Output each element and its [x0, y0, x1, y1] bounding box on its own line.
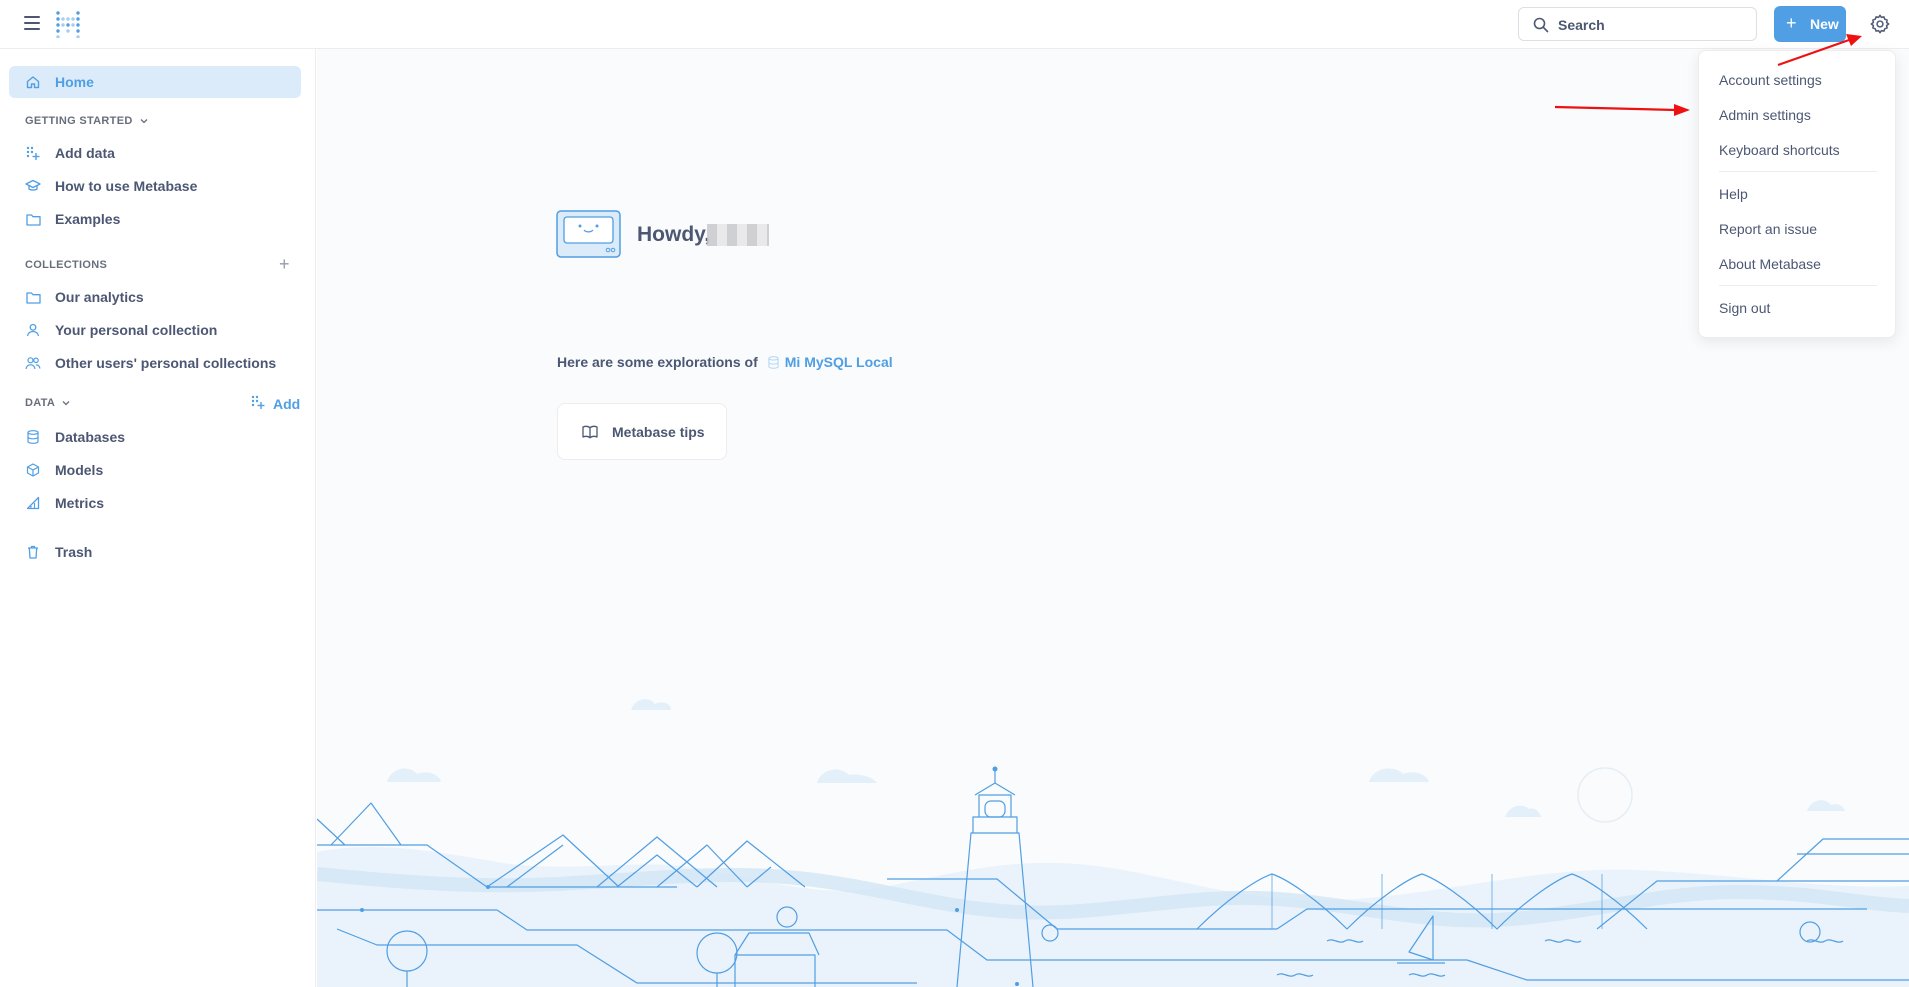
sidebar-item-label: Models — [55, 462, 104, 478]
sidebar-toggle-menu-icon[interactable] — [24, 16, 40, 30]
sidebar-item-personal-collection[interactable]: Your personal collection — [9, 314, 301, 346]
add-data-link[interactable]: Add — [251, 395, 300, 412]
graduation-cap-icon — [25, 178, 41, 194]
search-input[interactable]: Search — [1518, 7, 1757, 41]
lighthouse-landscape-illustration — [317, 699, 1909, 987]
metric-icon — [25, 495, 41, 511]
search-icon — [1533, 17, 1549, 33]
sidebar: Home GETTING STARTED Add data How to use… — [0, 49, 316, 987]
sidebar-item-models[interactable]: Models — [9, 454, 301, 486]
redacted-username — [707, 224, 769, 246]
collections-section-header: COLLECTIONS — [25, 259, 107, 271]
greeting-text: Howdy, — [637, 223, 711, 246]
new-button-label: New — [1810, 16, 1839, 32]
explorations-label: Here are some explorations of — [557, 354, 758, 370]
book-open-icon — [582, 425, 598, 438]
sidebar-item-label: Your personal collection — [55, 322, 218, 338]
section-title: DATA — [25, 397, 56, 409]
menu-item-keyboard-shortcuts[interactable]: Keyboard shortcuts — [1719, 142, 1840, 158]
chevron-down-icon — [62, 401, 70, 406]
menu-item-account-settings[interactable]: Account settings — [1719, 72, 1822, 88]
database-link[interactable]: Mi MySQL Local — [785, 354, 893, 370]
data-section-header[interactable]: DATA — [25, 397, 71, 409]
getting-started-section-header[interactable]: GETTING STARTED — [25, 115, 149, 127]
metabase-logo-icon[interactable] — [54, 10, 82, 38]
sidebar-item-label: Trash — [55, 544, 93, 560]
sidebar-item-label: Metrics — [55, 495, 105, 511]
sidebar-item-databases[interactable]: Databases — [9, 421, 301, 453]
metabot-face-icon — [556, 210, 621, 258]
folder-icon — [25, 211, 41, 227]
menu-divider — [1719, 285, 1877, 286]
sidebar-item-add-data[interactable]: Add data — [9, 137, 301, 169]
section-title: COLLECTIONS — [25, 259, 108, 271]
menu-item-about-metabase[interactable]: About Metabase — [1719, 256, 1821, 272]
sidebar-item-label: Add data — [55, 145, 115, 161]
menu-divider — [1719, 171, 1877, 172]
sidebar-item-label: Other users' personal collections — [55, 355, 277, 371]
chevron-down-icon — [140, 119, 148, 124]
new-button[interactable]: + New — [1774, 6, 1846, 42]
sidebar-item-our-analytics[interactable]: Our analytics — [9, 281, 301, 313]
sidebar-item-how-to-use-metabase[interactable]: How to use Metabase — [9, 170, 301, 202]
sidebar-item-label: Databases — [55, 429, 126, 445]
plus-icon: + — [1786, 13, 1797, 33]
menu-item-report-issue[interactable]: Report an issue — [1719, 221, 1817, 237]
menu-item-help[interactable]: Help — [1719, 186, 1748, 202]
database-icon — [25, 429, 41, 445]
sidebar-item-metrics[interactable]: Metrics — [9, 487, 301, 519]
database-icon — [768, 355, 779, 369]
search-placeholder: Search — [1558, 17, 1605, 33]
sidebar-item-label: How to use Metabase — [55, 178, 198, 194]
settings-dropdown-menu: Account settings Admin settings Keyboard… — [1698, 50, 1896, 338]
top-navigation-bar: Search + New — [0, 0, 1909, 49]
person-icon — [25, 322, 41, 338]
folder-icon — [25, 289, 41, 305]
home-icon — [25, 74, 41, 90]
add-collection-plus-icon[interactable]: + — [279, 254, 290, 275]
explorations-line: Here are some explorations of Mi MySQL L… — [557, 354, 893, 370]
home-main-content: Howdy, Here are some explorations of Mi … — [317, 49, 1909, 987]
add-data-icon — [251, 395, 265, 412]
gear-icon[interactable] — [1869, 13, 1891, 35]
people-icon — [25, 355, 41, 371]
add-data-icon — [25, 145, 41, 161]
sidebar-item-examples[interactable]: Examples — [9, 203, 301, 235]
sidebar-item-label: Our analytics — [55, 289, 144, 305]
tips-label: Metabase tips — [612, 423, 705, 440]
cube-icon — [25, 462, 41, 478]
menu-item-sign-out[interactable]: Sign out — [1719, 300, 1770, 316]
metabase-tips-card[interactable]: Metabase tips — [557, 403, 727, 460]
sidebar-item-label: Examples — [55, 211, 121, 227]
sidebar-item-home[interactable]: Home — [9, 66, 301, 98]
add-data-label: Add — [273, 395, 301, 412]
menu-item-admin-settings[interactable]: Admin settings — [1719, 107, 1811, 123]
sidebar-item-label: Home — [55, 74, 94, 90]
sidebar-item-trash[interactable]: Trash — [9, 536, 301, 568]
section-title: GETTING STARTED — [25, 115, 133, 127]
sidebar-item-other-users-collections[interactable]: Other users' personal collections — [9, 347, 301, 379]
trash-icon — [25, 544, 41, 560]
